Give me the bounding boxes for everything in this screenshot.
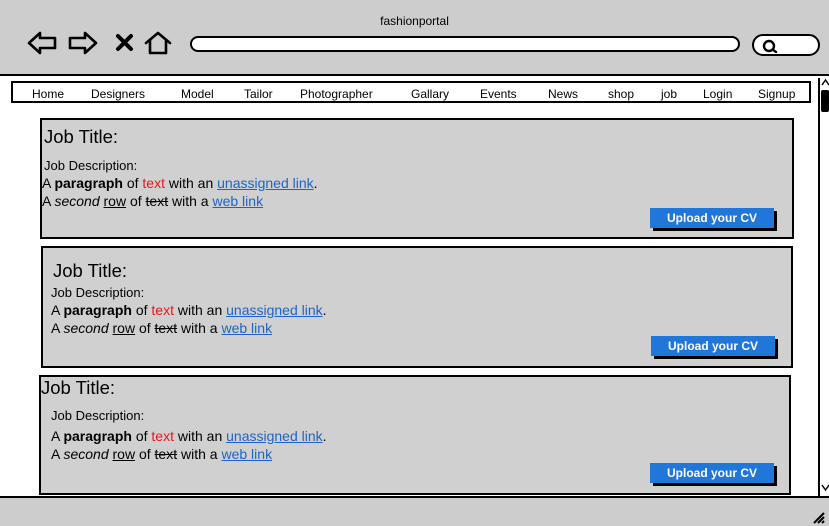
back-arrow-icon[interactable]: [27, 30, 57, 56]
menu-item-signup[interactable]: Signup: [758, 87, 795, 101]
unassigned-link[interactable]: unassigned link: [226, 302, 323, 318]
browser-window: fashionportal Home Designers Model Tailo…: [0, 0, 829, 526]
scroll-down-icon[interactable]: [821, 482, 829, 492]
upload-cv-button[interactable]: Upload your CV: [650, 208, 774, 228]
job-title: Job Title:: [41, 377, 116, 398]
menu-item-login[interactable]: Login: [703, 87, 732, 101]
job-paragraph-line: A paragraph of text with an unassigned l…: [42, 175, 318, 191]
menu-item-job[interactable]: job: [661, 87, 677, 101]
menu-item-events[interactable]: Events: [480, 87, 517, 101]
menu-item-tailor[interactable]: Tailor: [244, 87, 273, 101]
menu-item-photographer[interactable]: Photographer: [300, 87, 373, 101]
job-second-row-line: A second row of text with a web link: [42, 193, 264, 209]
menu-item-news[interactable]: News: [548, 87, 578, 101]
upload-cv-button[interactable]: Upload your CV: [650, 463, 774, 483]
job-title: Job Title:: [44, 126, 119, 147]
web-link[interactable]: web link: [212, 193, 263, 209]
job-card: Job Title: Job Description: A paragraph …: [39, 375, 791, 495]
web-link[interactable]: web link: [221, 320, 272, 336]
menu-item-gallary[interactable]: Gallary: [411, 87, 449, 101]
job-description-label: Job Description:: [44, 158, 138, 173]
job-description-label: Job Description:: [51, 285, 145, 300]
job-description-label: Job Description:: [51, 408, 145, 423]
job-paragraph-line: A paragraph of text with an unassigned l…: [51, 302, 327, 318]
job-paragraph-line: A paragraph of text with an unassigned l…: [51, 428, 327, 444]
content-area: Job Title: Job Description: A paragraph …: [0, 104, 818, 496]
window-title: fashionportal: [380, 14, 449, 28]
search-button[interactable]: [752, 34, 820, 56]
address-bar[interactable]: [190, 36, 740, 52]
search-icon: [762, 39, 778, 53]
scrollbar-thumb[interactable]: [821, 90, 829, 112]
status-bar: [0, 496, 829, 526]
close-icon[interactable]: [112, 30, 138, 56]
menu-item-home[interactable]: Home: [32, 87, 64, 101]
forward-arrow-icon[interactable]: [68, 30, 98, 56]
job-card: Job Title: Job Description: A paragraph …: [41, 246, 793, 368]
job-second-row-line: A second row of text with a web link: [51, 320, 273, 336]
browser-toolbar: fashionportal: [0, 0, 829, 76]
unassigned-link[interactable]: unassigned link: [226, 428, 323, 444]
web-link[interactable]: web link: [221, 446, 272, 462]
menu-item-model[interactable]: Model: [181, 87, 214, 101]
unassigned-link[interactable]: unassigned link: [217, 175, 314, 191]
upload-cv-button[interactable]: Upload your CV: [651, 336, 775, 356]
menu-item-shop[interactable]: shop: [608, 87, 634, 101]
main-menu: Home Designers Model Tailor Photographer…: [11, 81, 811, 103]
job-title: Job Title:: [53, 260, 128, 281]
home-icon[interactable]: [143, 30, 173, 56]
job-second-row-line: A second row of text with a web link: [51, 446, 273, 462]
job-card: Job Title: Job Description: A paragraph …: [40, 118, 794, 239]
menu-item-designers[interactable]: Designers: [91, 87, 145, 101]
resize-grip-icon[interactable]: [811, 510, 825, 524]
scroll-up-icon[interactable]: [821, 78, 829, 88]
vertical-scrollbar[interactable]: [818, 78, 829, 496]
